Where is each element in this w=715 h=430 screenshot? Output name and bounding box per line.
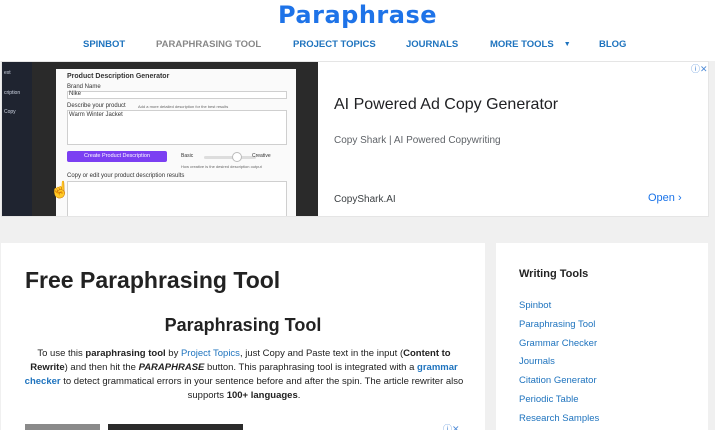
chevron-right-icon: › <box>677 192 682 204</box>
ad-sidebar-item: ext <box>4 70 11 76</box>
nav-project-topics[interactable]: PROJECT TOPICS <box>293 38 376 52</box>
ad-open-label: Open <box>648 192 675 204</box>
sidebar-link-research-samples[interactable]: Research Samples <box>519 413 599 424</box>
intro-text: by <box>165 348 181 359</box>
ad-describe-label: Describe your product <box>67 103 126 109</box>
site-logo[interactable]: Paraphrase <box>0 0 715 30</box>
page-title: Free Paraphrasing Tool <box>25 267 281 293</box>
project-topics-link[interactable]: Project Topics <box>181 348 240 359</box>
site-header: Paraphrase SPINBOT PARAPHRASING TOOL PRO… <box>0 0 715 61</box>
list-item: Grammar Checker <box>519 337 599 356</box>
ad-screenshot-sidebar: ext cription Copy <box>2 62 32 216</box>
adchoices-info-icon[interactable]: ⓘ✕ <box>443 424 460 430</box>
list-item: Paraphrasing Tool <box>519 318 599 337</box>
inline-ad-image <box>25 424 100 430</box>
ad-sidebar-item: Copy <box>4 109 16 115</box>
ad-creativity-slider <box>204 156 256 159</box>
sidebar-link-spinbot[interactable]: Spinbot <box>519 300 551 311</box>
list-item: Spinbot <box>519 299 599 318</box>
list-item: Citation Generator <box>519 374 599 393</box>
nav-more-tools-label: MORE TOOLS <box>490 39 554 50</box>
inline-ad[interactable]: ⓘ✕ <box>25 424 463 430</box>
ad-describe-hint: Add a more detailed description for the … <box>138 104 229 109</box>
ad-brand-label: Brand Name <box>67 84 101 90</box>
sidebar-link-paraphrasing-tool[interactable]: Paraphrasing Tool <box>519 319 595 330</box>
main-content: Free Paraphrasing Tool Paraphrasing Tool… <box>1 243 485 430</box>
intro-text: button. This paraphrasing tool is integr… <box>204 362 418 373</box>
intro-italic: PARAPHRASE <box>138 362 205 373</box>
list-item: Journals <box>519 355 599 374</box>
ad-slider-hint: How creative is the desired description … <box>181 164 262 169</box>
ad-title[interactable]: AI Powered Ad Copy Generator <box>334 96 558 114</box>
pointer-hand-icon: ☝ <box>50 182 70 199</box>
intro-text: ) and then hit the <box>64 362 139 373</box>
chevron-down-icon: ▼ <box>563 41 571 48</box>
ad-output-field <box>67 181 287 216</box>
ad-creative-label: Creative <box>252 153 271 159</box>
ad-panel-title: Product Description Generator <box>67 73 170 80</box>
list-item: Periodic Table <box>519 393 599 412</box>
writing-tools-list: Spinbot Paraphrasing Tool Grammar Checke… <box>519 299 599 430</box>
ad-banner[interactable]: ext cription Copy Product Description Ge… <box>1 61 709 217</box>
ad-open-button[interactable]: Open › <box>648 192 682 204</box>
nav-paraphrasing-tool[interactable]: PARAPHRASING TOOL <box>156 38 261 52</box>
intro-text: , just Copy and Paste text in the input … <box>239 348 404 359</box>
ad-brand-field <box>67 91 287 99</box>
ad-create-button: Create Product Description <box>67 151 167 162</box>
nav-more-tools[interactable]: MORE TOOLS ▼ <box>490 38 571 52</box>
nav-spinbot[interactable]: SPINBOT <box>83 38 125 52</box>
nav-blog[interactable]: BLOG <box>599 38 626 52</box>
ad-screenshot-panel: Product Description Generator Brand Name… <box>56 69 296 216</box>
sidebar-title: Writing Tools <box>519 268 589 280</box>
intro-bold: 100+ languages <box>226 390 298 401</box>
sidebar-link-periodic-table[interactable]: Periodic Table <box>519 394 579 405</box>
adchoices-info-icon[interactable]: ⓘ✕ <box>691 62 708 75</box>
inline-ad-image <box>108 424 243 430</box>
ad-sidebar-item: cription <box>4 90 21 96</box>
sidebar-link-citation-generator[interactable]: Citation Generator <box>519 375 597 386</box>
ad-domain: CopyShark.AI <box>334 194 396 205</box>
sidebar: Writing Tools Spinbot Paraphrasing Tool … <box>496 243 708 430</box>
intro-text: To use this <box>37 348 86 359</box>
sidebar-link-journals[interactable]: Journals <box>519 356 555 367</box>
ad-output-label: Copy or edit your product description re… <box>67 173 185 179</box>
intro-bold: paraphrasing tool <box>85 348 166 359</box>
ad-brand-value: Nike <box>69 91 82 97</box>
ad-subtitle: Copy Shark | AI Powered Copywriting <box>334 135 501 146</box>
intro-paragraph: To use this paraphrasing tool by Project… <box>23 347 465 403</box>
list-item: Research Samples <box>519 412 599 430</box>
intro-text: . <box>297 390 301 401</box>
nav-journals[interactable]: JOURNALS <box>406 38 458 52</box>
ad-slider-knob <box>232 152 242 162</box>
ad-basic-label: Basic <box>181 153 194 159</box>
main-nav: SPINBOT PARAPHRASING TOOL PROJECT TOPICS… <box>0 38 715 54</box>
ad-screenshot: ext cription Copy Product Description Ge… <box>2 62 318 216</box>
ad-describe-value: Warm Winter Jacket <box>69 112 123 118</box>
tool-heading: Paraphrasing Tool <box>164 315 322 335</box>
sidebar-link-grammar-checker[interactable]: Grammar Checker <box>519 338 597 349</box>
